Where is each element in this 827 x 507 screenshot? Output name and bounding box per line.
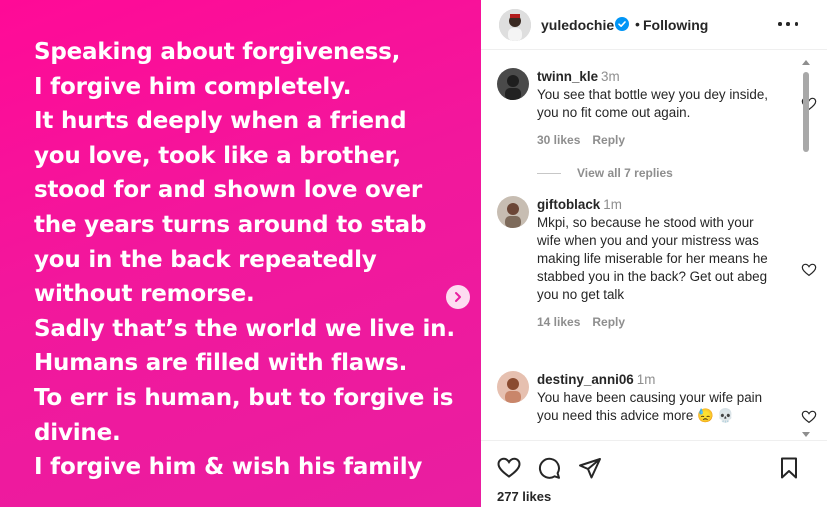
reply-button[interactable]: Reply bbox=[592, 315, 625, 329]
comments-scrollbar[interactable] bbox=[801, 60, 811, 437]
comment-body: destiny_anni06 1m You have been causing y… bbox=[537, 371, 769, 425]
scroll-thumb[interactable] bbox=[803, 72, 809, 152]
post-line: Sadly that’s the world we live in. bbox=[34, 315, 455, 342]
post-line: you in the back repeatedly bbox=[34, 246, 377, 273]
avatar-photo-icon bbox=[497, 68, 529, 100]
post-like-count[interactable]: 277 likes bbox=[497, 489, 551, 504]
post-line: Humans are filled with flaws. bbox=[34, 350, 408, 377]
comment-icon[interactable] bbox=[537, 456, 561, 480]
avatar[interactable] bbox=[499, 9, 531, 41]
post-line: I forgive him completely. bbox=[34, 73, 352, 100]
scroll-down-arrow-icon[interactable] bbox=[802, 432, 810, 437]
comment-time: 3m bbox=[601, 69, 620, 84]
avatar-photo-icon bbox=[497, 371, 529, 403]
comment-likes[interactable]: 14 likes bbox=[537, 315, 580, 329]
view-replies-button[interactable]: View all 7 replies bbox=[537, 166, 673, 180]
comment-text: You see that bottle wey you dey inside, … bbox=[537, 87, 769, 120]
avatar[interactable] bbox=[497, 371, 529, 403]
avatar[interactable] bbox=[497, 68, 529, 100]
reply-button[interactable]: Reply bbox=[592, 133, 625, 147]
bookmark-icon[interactable] bbox=[777, 456, 801, 480]
comment-time: 1m bbox=[636, 372, 656, 387]
post-line: It hurts deeply when a friend bbox=[34, 108, 407, 135]
view-replies-label: View all 7 replies bbox=[577, 166, 673, 180]
post-line: you love, took like a brother, bbox=[34, 142, 401, 169]
avatar-photo-icon bbox=[499, 9, 531, 41]
comment-body: twinn_kle 3m You see that bottle wey you … bbox=[537, 68, 769, 149]
post-header: yuledochie • Following bbox=[481, 0, 827, 50]
next-slide-button[interactable] bbox=[446, 285, 470, 309]
more-options-icon[interactable] bbox=[778, 16, 798, 32]
comment-text: You have been causing your wife pain you… bbox=[537, 390, 763, 423]
avatar-photo-icon bbox=[497, 196, 529, 228]
comment-username[interactable]: giftoblack bbox=[537, 197, 600, 212]
chevron-right-icon bbox=[455, 292, 461, 302]
post-line: Speaking about forgiveness, bbox=[34, 39, 401, 65]
post-line: the years turns around to stab bbox=[34, 211, 427, 238]
post-line: stood for and shown love over bbox=[34, 177, 422, 204]
post-actions-bar: 277 likes bbox=[481, 440, 827, 507]
post-line: I forgive him & wish his family bbox=[34, 454, 423, 481]
comment-time: 1m bbox=[603, 197, 622, 212]
post-line: divine. bbox=[34, 419, 121, 446]
comment-meta: 30 likes Reply bbox=[537, 131, 769, 149]
following-button[interactable]: Following bbox=[643, 17, 708, 33]
comments-list: twinn_kle 3m You see that bottle wey you … bbox=[481, 51, 827, 439]
comment-username[interactable]: destiny_anni06 bbox=[537, 372, 634, 387]
post-side-panel: yuledochie • Following twinn_kle 3m You s… bbox=[481, 0, 827, 507]
scroll-up-arrow-icon[interactable] bbox=[802, 60, 810, 65]
post-line: To err is human, but to forgive is bbox=[34, 384, 454, 411]
comment-text: Mkpi, so because he stood with your wife… bbox=[537, 215, 768, 302]
comment-username[interactable]: twinn_kle bbox=[537, 69, 598, 84]
post-author-username[interactable]: yuledochie bbox=[541, 17, 614, 33]
comment-meta: 14 likes Reply bbox=[537, 313, 769, 331]
post-text: Speaking about forgiveness, I forgive hi… bbox=[34, 35, 474, 485]
share-icon[interactable] bbox=[578, 456, 602, 480]
post-line: without remorse. bbox=[34, 281, 255, 308]
comment-likes[interactable]: 30 likes bbox=[537, 133, 580, 147]
comment-body: giftoblack 1m Mkpi, so because he stood w… bbox=[537, 196, 769, 331]
reply-divider-line bbox=[537, 172, 561, 174]
post-image: Speaking about forgiveness, I forgive hi… bbox=[0, 0, 481, 507]
avatar[interactable] bbox=[497, 196, 529, 228]
verified-badge-icon bbox=[615, 17, 629, 31]
separator-dot: • bbox=[635, 16, 640, 32]
heart-icon[interactable] bbox=[497, 456, 521, 480]
